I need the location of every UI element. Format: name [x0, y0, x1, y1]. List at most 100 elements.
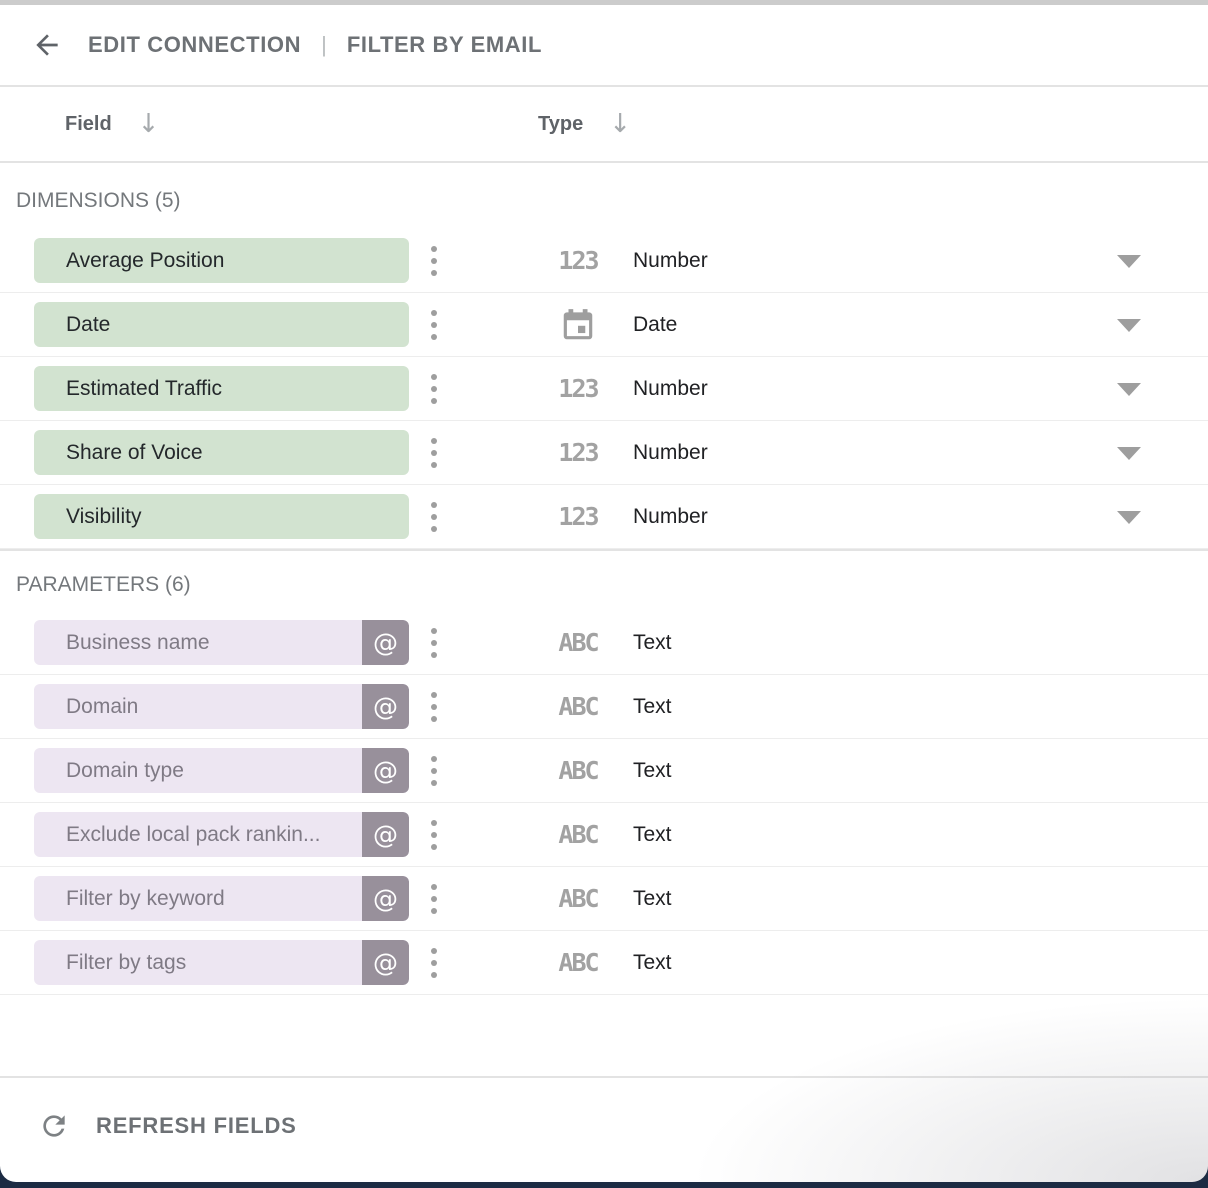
field-chip[interactable]: Filter by tags @: [34, 940, 409, 985]
text-type-icon: ABC: [552, 611, 604, 674]
field-chip-label: Business name: [34, 631, 362, 655]
fields-panel: EDIT CONNECTION | FILTER BY EMAIL Field …: [0, 0, 1208, 1182]
tab-edit-connection[interactable]: EDIT CONNECTION: [88, 32, 301, 58]
field-row: Business name @ ABC Text: [0, 611, 1208, 675]
number-type-icon: 123: [552, 421, 604, 484]
text-type-icon: ABC: [552, 739, 604, 802]
column-type-label: Type: [538, 113, 583, 136]
field-chip-label: Filter by keyword: [34, 887, 362, 911]
section-title: DIMENSIONS (5): [0, 163, 1208, 229]
field-chip-label: Domain: [34, 695, 362, 719]
field-row: Date Date: [0, 293, 1208, 357]
field-row: Domain type @ ABC Text: [0, 739, 1208, 803]
more-options-button[interactable]: [424, 943, 444, 983]
column-header-row: Field ↓ Type ↓: [0, 87, 1208, 163]
field-chip[interactable]: Estimated Traffic: [34, 366, 409, 411]
type-label: Number: [633, 229, 708, 292]
more-options-button[interactable]: [424, 241, 444, 281]
parameter-at-badge: @: [362, 620, 409, 665]
type-dropdown-caret[interactable]: [1117, 511, 1141, 524]
back-button[interactable]: [30, 28, 64, 62]
field-row: Average Position 123 Number: [0, 229, 1208, 293]
field-row: Filter by tags @ ABC Text: [0, 931, 1208, 995]
type-label: Text: [633, 931, 672, 994]
field-list: DIMENSIONS (5) Average Position 123 Numb…: [0, 163, 1208, 995]
type-label: Date: [633, 293, 677, 356]
field-chip[interactable]: Average Position: [34, 238, 409, 283]
parameter-at-badge: @: [362, 876, 409, 921]
header-separator: |: [321, 32, 327, 58]
type-dropdown-caret[interactable]: [1117, 255, 1141, 268]
text-type-icon: ABC: [552, 803, 604, 866]
parameter-at-badge: @: [362, 748, 409, 793]
calendar-icon: [559, 306, 597, 344]
refresh-icon: [38, 1110, 70, 1142]
arrow-left-icon: [31, 29, 63, 61]
type-dropdown-caret[interactable]: [1117, 319, 1141, 332]
refresh-fields-button[interactable]: REFRESH FIELDS: [38, 1110, 297, 1142]
field-chip-label: Visibility: [34, 505, 409, 529]
parameter-at-badge: @: [362, 940, 409, 985]
text-type-icon: ABC: [552, 931, 604, 994]
sort-down-icon[interactable]: ↓: [609, 109, 631, 139]
header-bar: EDIT CONNECTION | FILTER BY EMAIL: [0, 5, 1208, 87]
parameter-at-badge: @: [362, 812, 409, 857]
field-row: Domain @ ABC Text: [0, 675, 1208, 739]
field-row: Estimated Traffic 123 Number: [0, 357, 1208, 421]
field-chip-label: Filter by tags: [34, 951, 362, 975]
field-chip[interactable]: Filter by keyword @: [34, 876, 409, 921]
number-type-icon: 123: [552, 229, 604, 292]
field-chip[interactable]: Share of Voice: [34, 430, 409, 475]
more-options-button[interactable]: [424, 497, 444, 537]
more-options-button[interactable]: [424, 623, 444, 663]
more-options-button[interactable]: [424, 305, 444, 345]
field-chip-label: Exclude local pack rankin...: [34, 823, 362, 847]
tab-filter-by-email[interactable]: FILTER BY EMAIL: [347, 32, 542, 58]
sort-down-icon[interactable]: ↓: [138, 109, 160, 139]
column-field-label: Field: [65, 113, 112, 136]
refresh-fields-label: REFRESH FIELDS: [96, 1113, 297, 1139]
type-label: Text: [633, 867, 672, 930]
section-title: PARAMETERS (6): [0, 551, 1208, 611]
more-options-button[interactable]: [424, 687, 444, 727]
type-dropdown-caret[interactable]: [1117, 447, 1141, 460]
spacer: [0, 995, 1208, 1076]
field-row: Exclude local pack rankin... @ ABC Text: [0, 803, 1208, 867]
parameter-at-badge: @: [362, 684, 409, 729]
more-options-button[interactable]: [424, 369, 444, 409]
text-type-icon: ABC: [552, 867, 604, 930]
field-chip-label: Date: [34, 313, 409, 337]
more-options-button[interactable]: [424, 751, 444, 791]
field-chip-label: Domain type: [34, 759, 362, 783]
type-label: Number: [633, 485, 708, 548]
number-type-icon: 123: [552, 485, 604, 548]
field-row: Visibility 123 Number: [0, 485, 1208, 549]
field-chip[interactable]: Domain @: [34, 684, 409, 729]
type-label: Text: [633, 803, 672, 866]
more-options-button[interactable]: [424, 815, 444, 855]
field-chip[interactable]: Visibility: [34, 494, 409, 539]
field-chip[interactable]: Date: [34, 302, 409, 347]
type-label: Number: [633, 357, 708, 420]
type-label: Text: [633, 675, 672, 738]
number-type-icon: 123: [552, 357, 604, 420]
type-label: Text: [633, 611, 672, 674]
more-options-button[interactable]: [424, 879, 444, 919]
footer-bar: REFRESH FIELDS: [0, 1076, 1208, 1174]
section-rows: Business name @ ABC Text Domain @ ABC Te…: [0, 611, 1208, 995]
field-chip[interactable]: Exclude local pack rankin... @: [34, 812, 409, 857]
field-chip[interactable]: Domain type @: [34, 748, 409, 793]
field-chip[interactable]: Business name @: [34, 620, 409, 665]
field-row: Filter by keyword @ ABC Text: [0, 867, 1208, 931]
field-chip-label: Average Position: [34, 249, 409, 273]
type-dropdown-caret[interactable]: [1117, 383, 1141, 396]
field-row: Share of Voice 123 Number: [0, 421, 1208, 485]
column-type[interactable]: Type ↓: [538, 87, 631, 161]
section-rows: Average Position 123 Number Date Date Es…: [0, 229, 1208, 549]
column-field[interactable]: Field ↓: [65, 87, 159, 161]
more-options-button[interactable]: [424, 433, 444, 473]
type-label: Number: [633, 421, 708, 484]
field-chip-label: Share of Voice: [34, 441, 409, 465]
field-chip-label: Estimated Traffic: [34, 377, 409, 401]
type-label: Text: [633, 739, 672, 802]
